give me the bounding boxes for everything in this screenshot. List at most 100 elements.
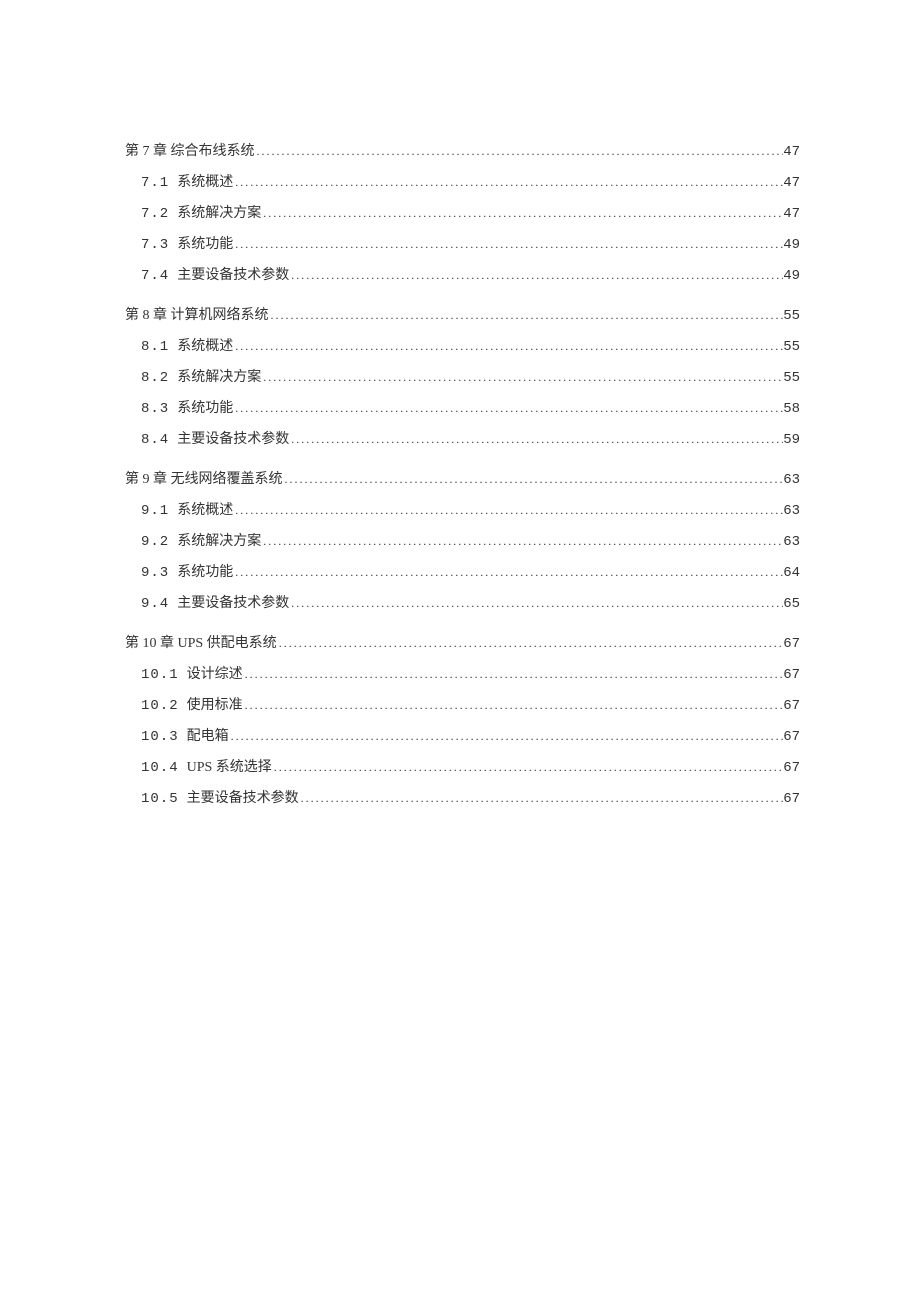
toc-leader-dots	[233, 565, 783, 580]
toc-section-title: 系统解决方案	[177, 202, 261, 222]
toc-chapter-entry: 第 9 章 无线网络覆盖系统 63	[125, 468, 800, 488]
toc-section-number: 10.4	[141, 760, 179, 776]
toc-chapter-title: 第 10 章 UPS 供配电系统	[125, 632, 277, 652]
toc-leader-dots	[289, 432, 783, 447]
toc-page-number: 47	[783, 144, 800, 160]
toc-page-number: 63	[783, 472, 800, 488]
toc-section-number: 8.2	[141, 370, 169, 386]
toc-page-number: 59	[783, 432, 800, 448]
toc-page-number: 67	[783, 729, 800, 745]
toc-sub-entry: 7.4 主要设备技术参数 49	[125, 264, 800, 284]
toc-section-title: 系统解决方案	[177, 530, 261, 550]
toc-sub-entry: 8.2 系统解决方案 55	[125, 366, 800, 386]
toc-page-number: 49	[783, 268, 800, 284]
toc-section-number: 8.3	[141, 401, 169, 417]
toc-section-title: 主要设备技术参数	[177, 264, 289, 284]
toc-page-number: 65	[783, 596, 800, 612]
toc-section-title: 系统概述	[177, 335, 233, 355]
toc-leader-dots	[261, 534, 783, 549]
toc-leader-dots	[233, 401, 783, 416]
toc-sub-entry: 9.2 系统解决方案 63	[125, 530, 800, 550]
toc-chapter-title: 第 8 章 计算机网络系统	[125, 304, 269, 324]
toc-section-number: 10.5	[141, 791, 179, 807]
toc-page-number: 64	[783, 565, 800, 581]
toc-leader-dots	[261, 206, 783, 221]
toc-section-title: 配电箱	[187, 725, 229, 745]
toc-sub-entry: 9.3 系统功能 64	[125, 561, 800, 581]
toc-chapter-entry: 第 7 章 综合布线系统 47	[125, 140, 800, 160]
toc-page-number: 47	[783, 206, 800, 222]
toc-section-number: 8.1	[141, 339, 169, 355]
toc-leader-dots	[233, 175, 783, 190]
toc-sub-entry: 10.3 配电箱 67	[125, 725, 800, 745]
toc-section-title: 系统功能	[177, 561, 233, 581]
toc-section-number: 7.1	[141, 175, 169, 191]
toc-sub-entry: 9.1 系统概述 63	[125, 499, 800, 519]
toc-leader-dots	[229, 729, 784, 744]
toc-page-number: 67	[783, 698, 800, 714]
table-of-contents: 第 7 章 综合布线系统 47 7.1 系统概述 47 7.2 系统解决方案 4…	[125, 140, 800, 807]
toc-section-title: 设计综述	[187, 663, 243, 683]
toc-sub-entry: 10.5 主要设备技术参数 67	[125, 787, 800, 807]
toc-sub-entry: 8.4 主要设备技术参数 59	[125, 428, 800, 448]
toc-section-number: 10.2	[141, 698, 179, 714]
toc-sub-entry: 7.1 系统概述 47	[125, 171, 800, 191]
toc-leader-dots	[233, 237, 783, 252]
toc-leader-dots	[299, 791, 784, 806]
toc-leader-dots	[289, 268, 783, 283]
toc-chapter-title: 第 9 章 无线网络覆盖系统	[125, 468, 283, 488]
toc-page-number: 58	[783, 401, 800, 417]
toc-page-number: 47	[783, 175, 800, 191]
toc-page-number: 67	[783, 636, 800, 652]
toc-section-title: 系统概述	[177, 171, 233, 191]
toc-section-title: 系统功能	[177, 233, 233, 253]
toc-sub-entry: 9.4 主要设备技术参数 65	[125, 592, 800, 612]
toc-sub-entry: 10.1 设计综述 67	[125, 663, 800, 683]
toc-leader-dots	[261, 370, 783, 385]
toc-leader-dots	[243, 698, 784, 713]
toc-leader-dots	[289, 596, 783, 611]
toc-leader-dots	[233, 503, 783, 518]
toc-page-number: 67	[783, 791, 800, 807]
toc-section-number: 9.2	[141, 534, 169, 550]
toc-sub-entry: 7.3 系统功能 49	[125, 233, 800, 253]
toc-section-number: 7.3	[141, 237, 169, 253]
toc-chapter-title: 第 7 章 综合布线系统	[125, 140, 255, 160]
toc-leader-dots	[269, 308, 784, 323]
toc-sub-entry: 10.2 使用标准 67	[125, 694, 800, 714]
toc-page-number: 67	[783, 760, 800, 776]
toc-section-title: 主要设备技术参数	[187, 787, 299, 807]
toc-section-title: 系统功能	[177, 397, 233, 417]
toc-page-number: 55	[783, 308, 800, 324]
toc-leader-dots	[233, 339, 783, 354]
toc-sub-entry: 10.4 UPS 系统选择 67	[125, 756, 800, 776]
toc-sub-entry: 8.3 系统功能 58	[125, 397, 800, 417]
toc-sub-entry: 8.1 系统概述 55	[125, 335, 800, 355]
toc-section-number: 8.4	[141, 432, 169, 448]
toc-section-title: 使用标准	[187, 694, 243, 714]
toc-section-number: 9.3	[141, 565, 169, 581]
toc-section-title: 系统解决方案	[177, 366, 261, 386]
toc-page-number: 67	[783, 667, 800, 683]
toc-leader-dots	[272, 760, 783, 775]
toc-leader-dots	[243, 667, 784, 682]
toc-leader-dots	[283, 472, 784, 487]
toc-section-title: 主要设备技术参数	[177, 592, 289, 612]
toc-section-number: 9.1	[141, 503, 169, 519]
toc-section-number: 7.2	[141, 206, 169, 222]
toc-leader-dots	[277, 636, 784, 651]
toc-leader-dots	[255, 144, 784, 159]
toc-page-number: 63	[783, 534, 800, 550]
toc-section-number: 9.4	[141, 596, 169, 612]
toc-section-title: 主要设备技术参数	[177, 428, 289, 448]
toc-section-title: 系统概述	[177, 499, 233, 519]
toc-chapter-entry: 第 8 章 计算机网络系统 55	[125, 304, 800, 324]
toc-section-number: 7.4	[141, 268, 169, 284]
toc-sub-entry: 7.2 系统解决方案 47	[125, 202, 800, 222]
toc-page-number: 63	[783, 503, 800, 519]
toc-section-title: UPS 系统选择	[187, 756, 272, 776]
toc-section-number: 10.3	[141, 729, 179, 745]
toc-section-number: 10.1	[141, 667, 179, 683]
toc-page-number: 49	[783, 237, 800, 253]
toc-page-number: 55	[783, 370, 800, 386]
